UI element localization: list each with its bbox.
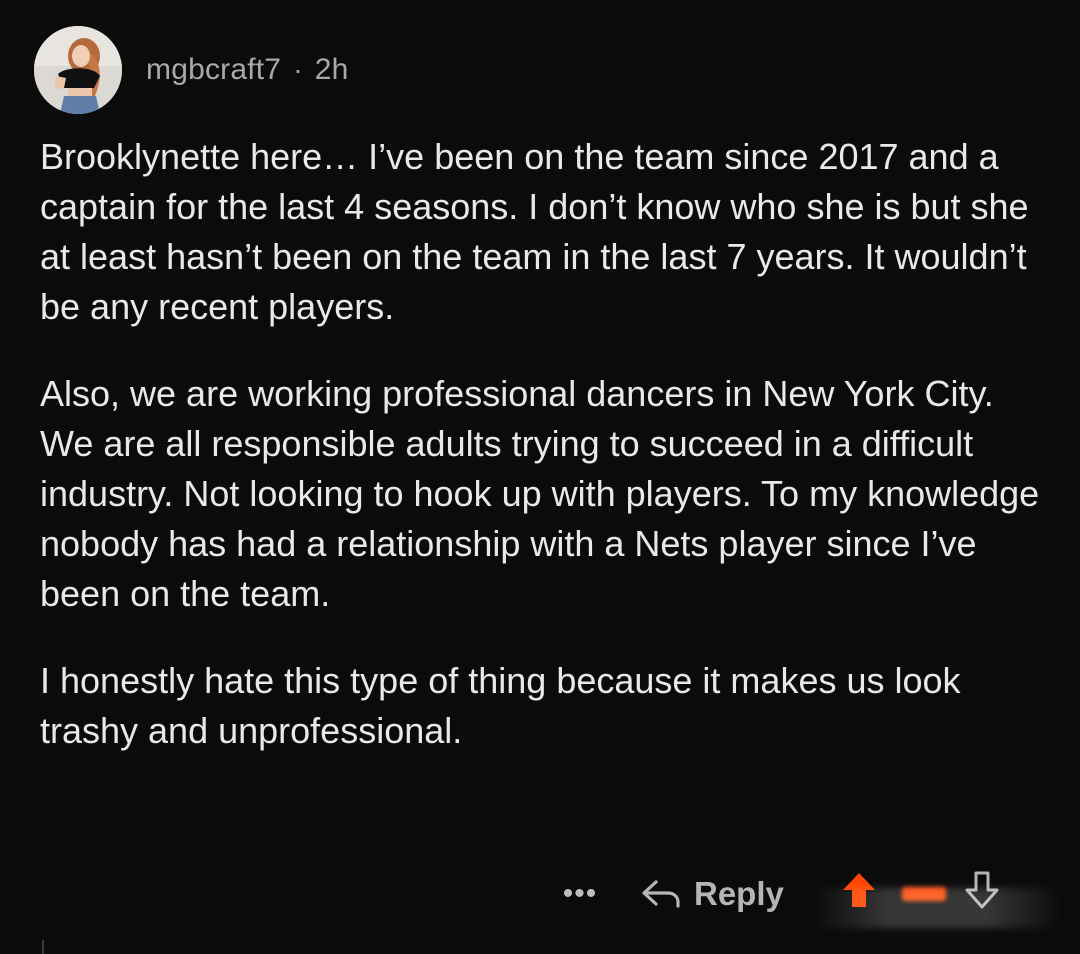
comment-age: 2h	[314, 53, 349, 86]
avatar-image	[34, 26, 122, 114]
vote-score-obscured	[901, 887, 946, 901]
comment: mgbcraft7 · 2h Brooklynette here… I’ve b…	[0, 0, 1080, 954]
comment-actions: ••• Reply	[550, 862, 1000, 926]
more-options-button[interactable]: •••	[550, 877, 610, 911]
comment-paragraph-2: Also, we are working professional dancer…	[40, 373, 1040, 614]
avatar[interactable]	[34, 26, 122, 114]
comment-paragraph-3: I honestly hate this type of thing becau…	[40, 660, 961, 751]
author-name[interactable]: mgbcraft7	[146, 53, 281, 87]
comment-meta: mgbcraft7 · 2h	[146, 53, 349, 87]
downvote-arrow-icon[interactable]	[964, 870, 1000, 918]
thread-line	[42, 940, 44, 954]
comment-body: Brooklynette here… I’ve been on the team…	[40, 132, 1050, 793]
reply-label: Reply	[694, 875, 784, 912]
comment-paragraph-1: Brooklynette here… I’ve been on the team…	[40, 136, 1029, 327]
upvote-arrow-icon[interactable]	[840, 870, 878, 918]
reply-arrow-icon	[642, 880, 680, 908]
meta-separator: ·	[293, 54, 303, 85]
vote-controls	[840, 870, 1000, 918]
reply-button[interactable]: Reply	[640, 875, 784, 913]
comment-header: mgbcraft7 · 2h	[34, 26, 349, 114]
